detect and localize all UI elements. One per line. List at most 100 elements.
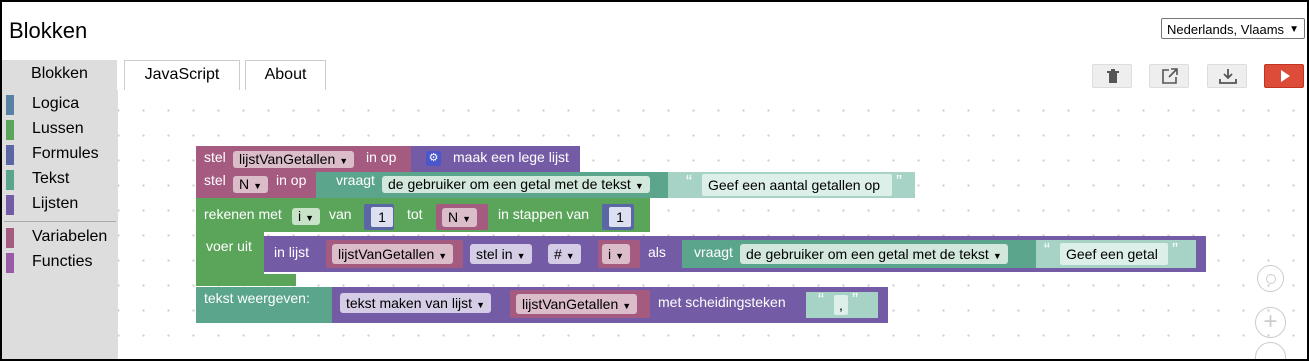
toolbox-category-formules[interactable]: Formules (2, 144, 118, 166)
dropdown-arrow-icon: ▼ (565, 251, 575, 261)
category-color (6, 145, 14, 165)
target-dot (1266, 274, 1276, 284)
block-keyword: vraagt (694, 244, 733, 260)
open-quote-icon: “ (1044, 240, 1050, 260)
trash-icon (1107, 69, 1119, 83)
category-color (6, 170, 14, 190)
recenter-icon[interactable] (1257, 265, 1284, 292)
toolbox-category-lussen[interactable]: Lussen (2, 119, 118, 141)
number-field[interactable]: 1 (371, 207, 393, 227)
variable-name: lijstVanGetallen (239, 151, 336, 167)
gear-icon[interactable]: ⚙ (426, 151, 441, 166)
open-quote-icon: “ (686, 172, 692, 192)
block-keyword: in lijst (274, 244, 310, 260)
category-label: Logica (32, 95, 80, 112)
dropdown-arrow-icon: ▼ (992, 251, 1002, 261)
block-body (196, 274, 296, 286)
block-keyword: stel (204, 149, 226, 165)
open-quote-icon: “ (818, 290, 824, 310)
block-keyword: rekenen met (204, 206, 282, 222)
variable-dropdown[interactable]: i ▼ (602, 244, 631, 264)
dropdown-arrow-icon: ▼ (516, 251, 526, 261)
block-keyword: in stappen van (498, 206, 590, 222)
list-mode-dropdown[interactable]: stel in ▼ (470, 244, 532, 264)
dropdown-arrow-icon: ▼ (438, 251, 448, 261)
dropdown-arrow-icon: ▼ (476, 300, 485, 310)
dropdown-value: tekst maken van lijst (346, 295, 473, 311)
category-label: Lijsten (32, 195, 79, 212)
dropdown-arrow-icon: ▼ (1289, 24, 1299, 35)
variable-name: lijstVanGetallen (522, 296, 619, 312)
variable-dropdown[interactable]: lijstVanGetallen ▼ (516, 294, 638, 314)
toolbox-category-variabelen[interactable]: Variabelen (2, 227, 118, 249)
dropdown-arrow-icon: ▼ (622, 301, 632, 311)
text-value: Geef een aantal getallen op (708, 177, 881, 193)
block-keyword: voer uit (206, 238, 252, 254)
list-mode-dropdown[interactable]: tekst maken van lijst ▼ (340, 293, 491, 313)
category-label: Functies (32, 253, 93, 270)
close-quote-icon: ” (1172, 240, 1178, 260)
toolbox-category-functies[interactable]: Functies (2, 252, 118, 274)
variable-dropdown[interactable]: lijstVanGetallen ▼ (233, 151, 355, 168)
variable-name: i (608, 246, 612, 262)
variable-dropdown[interactable]: N ▼ (442, 208, 478, 227)
tab-blokken[interactable]: Blokken (2, 60, 117, 90)
variable-dropdown[interactable]: N ▼ (233, 176, 269, 193)
play-icon (1281, 70, 1290, 82)
dropdown-arrow-icon: ▼ (615, 251, 625, 261)
dropdown-value: stel in (476, 246, 513, 262)
loop-variable-dropdown[interactable]: i ▼ (292, 208, 321, 225)
list-where-dropdown[interactable]: # ▼ (548, 244, 581, 264)
category-label: Tekst (32, 170, 70, 187)
prompt-type-dropdown[interactable]: de gebruiker om een getal met de tekst ▼ (740, 244, 1008, 264)
page-title: Blokken (9, 18, 88, 43)
block-keyword: met scheidingsteken (658, 294, 786, 310)
dropdown-arrow-icon: ▼ (253, 181, 263, 191)
category-color (6, 95, 14, 115)
variable-dropdown[interactable]: lijstVanGetallen ▼ (332, 244, 454, 264)
text-value: Geef een getal (1066, 246, 1158, 262)
variable-name: N (239, 176, 250, 192)
dropdown-value: de gebruiker om een getal met de tekst (746, 246, 989, 262)
category-color (6, 195, 14, 215)
toolbox-category-lijsten[interactable]: Lijsten (2, 194, 118, 216)
dropdown-arrow-icon: ▼ (634, 181, 644, 191)
block-label: maak een lege lijst (453, 149, 569, 165)
category-label: Lussen (32, 120, 84, 137)
category-label: Formules (32, 145, 99, 162)
prompt-type-dropdown[interactable]: de gebruiker om een getal met de tekst ▼ (382, 176, 650, 193)
block-keyword: van (329, 206, 352, 222)
dropdown-arrow-icon: ▼ (462, 214, 472, 224)
toolbox: Logica Lussen Formules Tekst Lijsten Var… (2, 90, 118, 359)
tab-about[interactable]: About (245, 60, 326, 90)
zoom-in-icon[interactable]: + (1255, 307, 1286, 338)
open-external-button[interactable] (1149, 64, 1189, 88)
trash-button[interactable] (1092, 64, 1132, 88)
language-select-value: Nederlands, Vlaams (1167, 22, 1285, 37)
language-select[interactable]: Nederlands, Vlaams ▼ (1161, 18, 1305, 39)
toolbox-separator (4, 221, 116, 222)
download-button[interactable] (1207, 64, 1247, 88)
toolbox-category-logica[interactable]: Logica (2, 94, 118, 116)
run-button[interactable] (1264, 64, 1304, 88)
dropdown-value: # (554, 246, 562, 262)
toolbox-category-tekst[interactable]: Tekst (2, 169, 118, 191)
block-keyword: tekst weergeven: (204, 290, 310, 306)
app-frame: Blokken Nederlands, Vlaams ▼ Blokken Jav… (0, 0, 1309, 361)
block-keyword: tot (407, 206, 423, 222)
tab-javascript[interactable]: JavaScript (124, 60, 240, 90)
dropdown-arrow-icon: ▼ (339, 156, 349, 166)
dropdown-arrow-icon: ▼ (305, 213, 315, 223)
variable-name: N (448, 209, 459, 225)
block-keyword: als (648, 244, 666, 260)
text-field[interactable]: Geef een aantal getallen op (702, 174, 892, 196)
category-color (6, 120, 14, 140)
number-field[interactable]: 1 (609, 207, 631, 227)
block-keyword: stel (204, 172, 226, 188)
text-field[interactable]: Geef een getal (1060, 243, 1168, 265)
category-color (6, 253, 14, 273)
download-icon (1219, 69, 1237, 84)
close-quote-icon: ” (896, 172, 902, 192)
separator-field[interactable]: , (834, 295, 848, 315)
category-label: Variabelen (32, 228, 108, 245)
